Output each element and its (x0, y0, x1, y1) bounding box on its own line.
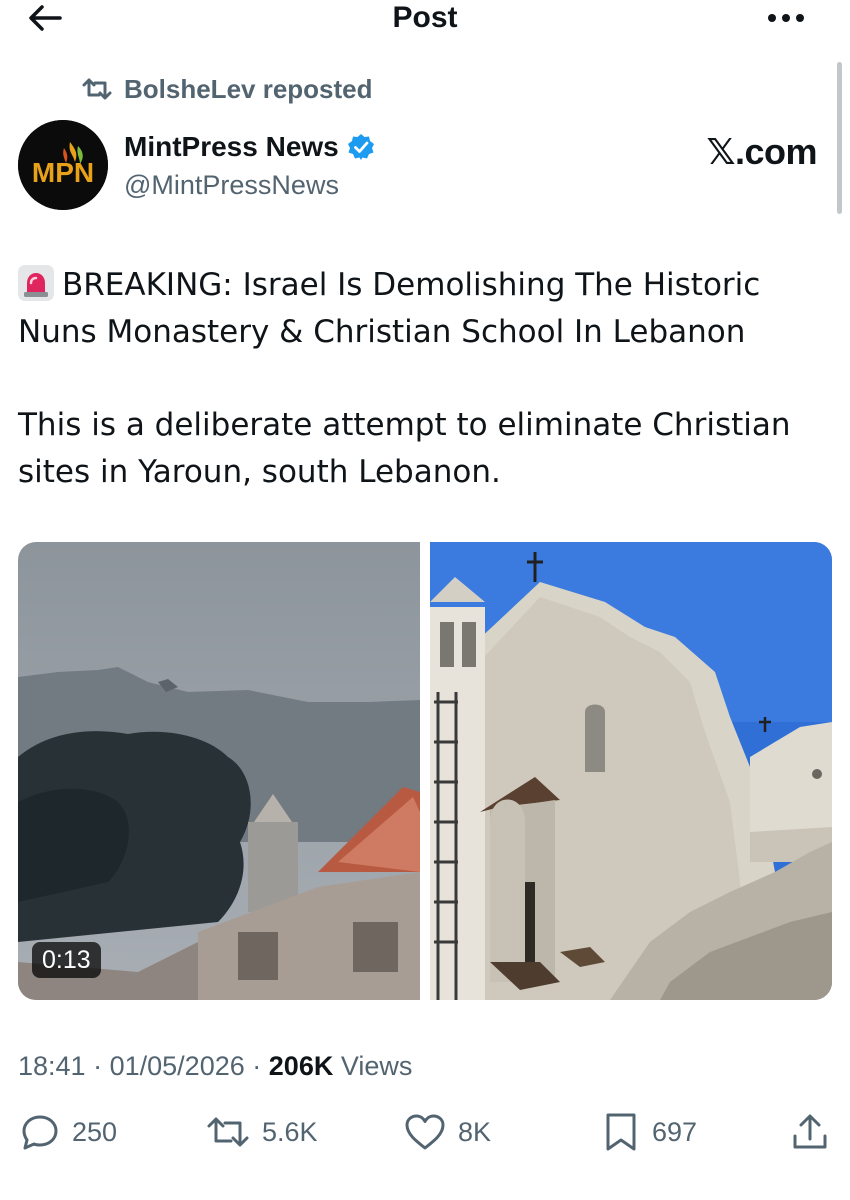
meta-separator-2: · (252, 1051, 262, 1081)
video-image (18, 542, 420, 1000)
more-button[interactable] (764, 4, 808, 32)
church-photo (430, 542, 832, 1000)
scrollbar[interactable] (837, 62, 842, 214)
share-icon (793, 1114, 827, 1149)
bookmark-icon (606, 1113, 636, 1151)
reply-icon (22, 1115, 58, 1150)
video-thumbnail[interactable]: 0:13 (18, 542, 420, 1000)
like-count: 8K (458, 1116, 492, 1147)
top-bar: Post (0, 0, 850, 40)
heart-icon (405, 1114, 445, 1150)
xcom-watermark: 𝕏.com (706, 131, 817, 172)
repost-icon (82, 78, 112, 100)
views-label: Views (340, 1051, 413, 1081)
post-text-1: BREAKING: Israel Is Demolishing The Hist… (18, 267, 761, 350)
post-text-paragraph-2: This is a deliberate attempt to eliminat… (18, 407, 791, 490)
like-button[interactable]: 8K (404, 1108, 491, 1156)
reply-button[interactable]: 250 (20, 1108, 117, 1156)
verified-icon (347, 134, 374, 160)
views-count: 206K (268, 1051, 334, 1081)
author-name-text: MintPress News (124, 131, 339, 162)
author-handle[interactable]: @MintPressNews (124, 168, 339, 202)
post-text-paragraph-1: BREAKING: Israel Is Demolishing The Hist… (18, 262, 818, 356)
bookmark-count: 697 (652, 1116, 698, 1147)
page-title: Post (392, 1, 458, 34)
meta-separator: · (93, 1051, 103, 1081)
author-name[interactable]: MintPress News (124, 130, 375, 164)
avatar[interactable]: MPN (18, 120, 108, 210)
repost-button[interactable]: 5.6K (206, 1108, 318, 1156)
media-grid: 0:13 (18, 542, 832, 1000)
action-bar: 250 5.6K 8K 697 (0, 1108, 850, 1156)
photo-thumbnail[interactable] (430, 542, 832, 1000)
more-icon (768, 14, 804, 22)
mintpress-logo: MPN (18, 120, 108, 210)
post-meta: 18:41 · 01/05/2026 · 206K Views (18, 1046, 412, 1086)
post-date[interactable]: 01/05/2026 (110, 1051, 245, 1081)
repost-icon (207, 1117, 249, 1147)
repost-count: 5.6K (262, 1116, 318, 1147)
post-time[interactable]: 18:41 (18, 1051, 86, 1081)
svg-text:MPN: MPN (32, 157, 94, 188)
share-button[interactable] (790, 1108, 842, 1156)
video-duration: 0:13 (32, 942, 101, 978)
bookmark-button[interactable]: 697 (602, 1108, 697, 1156)
reply-count: 250 (72, 1116, 118, 1147)
repost-context: BolsheLev reposted (82, 72, 373, 106)
siren-icon (18, 265, 54, 301)
repost-label: BolsheLev reposted (124, 73, 373, 104)
